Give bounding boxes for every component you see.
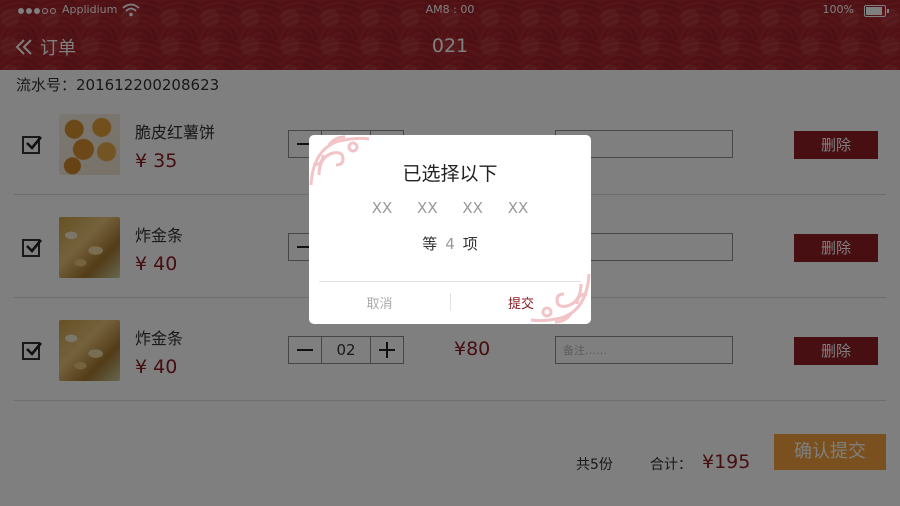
selected-item: XX — [507, 199, 529, 217]
selected-item: XX — [462, 199, 483, 217]
selected-item: XX — [417, 199, 438, 217]
dialog-divider — [319, 281, 581, 282]
selected-count: 等4项 — [309, 233, 591, 254]
count-suffix: 项 — [462, 235, 478, 253]
selected-items: XX XX XX XX — [309, 199, 591, 217]
dialog-title: 已选择以下 — [402, 163, 498, 185]
selected-item: XX — [371, 199, 393, 217]
submit-button[interactable]: 提交 — [451, 293, 591, 312]
count-value: 4 — [445, 235, 455, 253]
cancel-button[interactable]: 取消 — [309, 293, 450, 312]
count-prefix: 等 — [422, 235, 438, 253]
selection-confirm-dialog: 已选择以下 XX XX XX XX 等4项 取消 提交 — [309, 135, 591, 324]
